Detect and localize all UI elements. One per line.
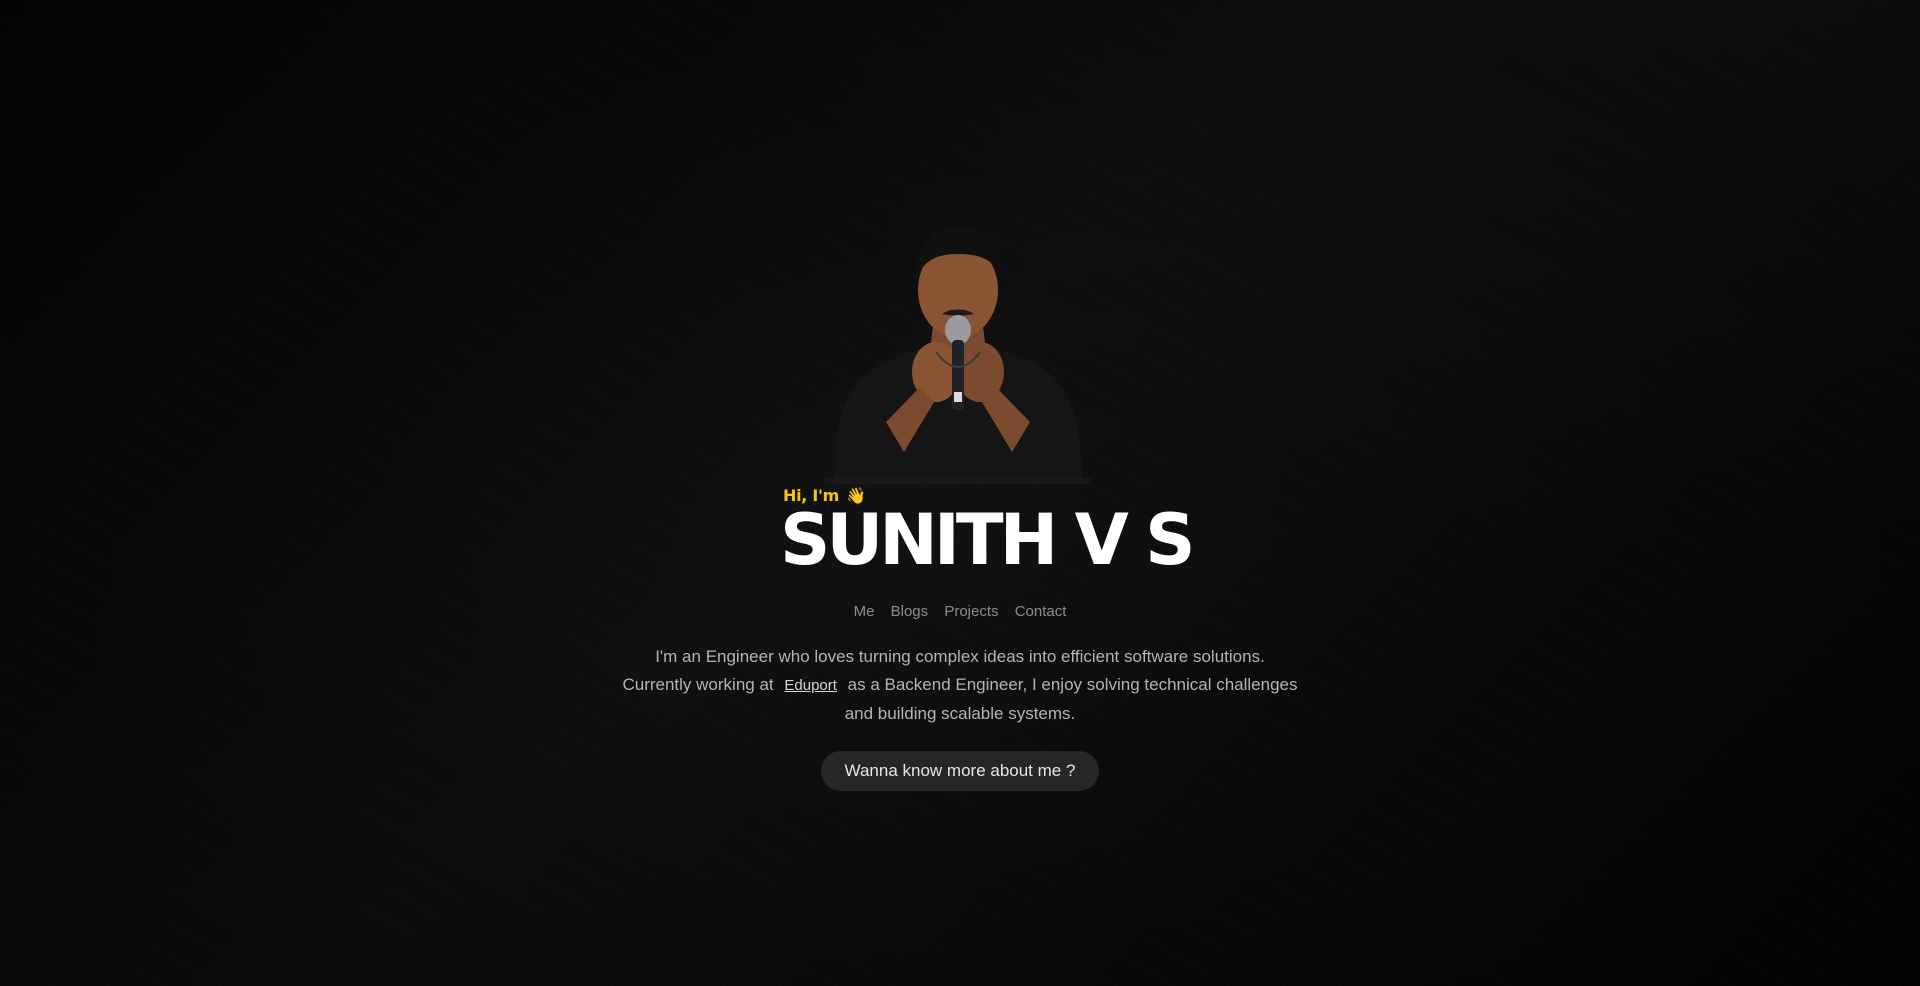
nav-item-blogs[interactable]: Blogs (891, 603, 929, 620)
bio-suffix: as a Backend Engineer, I enjoy solving t… (844, 675, 1298, 723)
bio-prefix: Currently working at (622, 675, 774, 694)
bio-paragraph: I'm an Engineer who loves turning comple… (610, 643, 1310, 728)
nav-item-projects[interactable]: Projects (944, 603, 998, 620)
know-more-button[interactable]: Wanna know more about me ? (821, 751, 1099, 791)
bio-line-1: I'm an Engineer who loves turning comple… (655, 647, 1265, 666)
nav-item-me[interactable]: Me (854, 603, 875, 620)
page-title: SUNITH V S (780, 499, 1196, 581)
company-link[interactable]: Eduport (784, 677, 837, 694)
nav-item-contact[interactable]: Contact (1015, 603, 1067, 620)
hero-section: Hi, I'm 👋 SUNITH V S Me Blogs Projects C… (0, 0, 1920, 986)
primary-nav: Me Blogs Projects Contact (0, 603, 1920, 620)
profile-portrait (824, 225, 1092, 484)
